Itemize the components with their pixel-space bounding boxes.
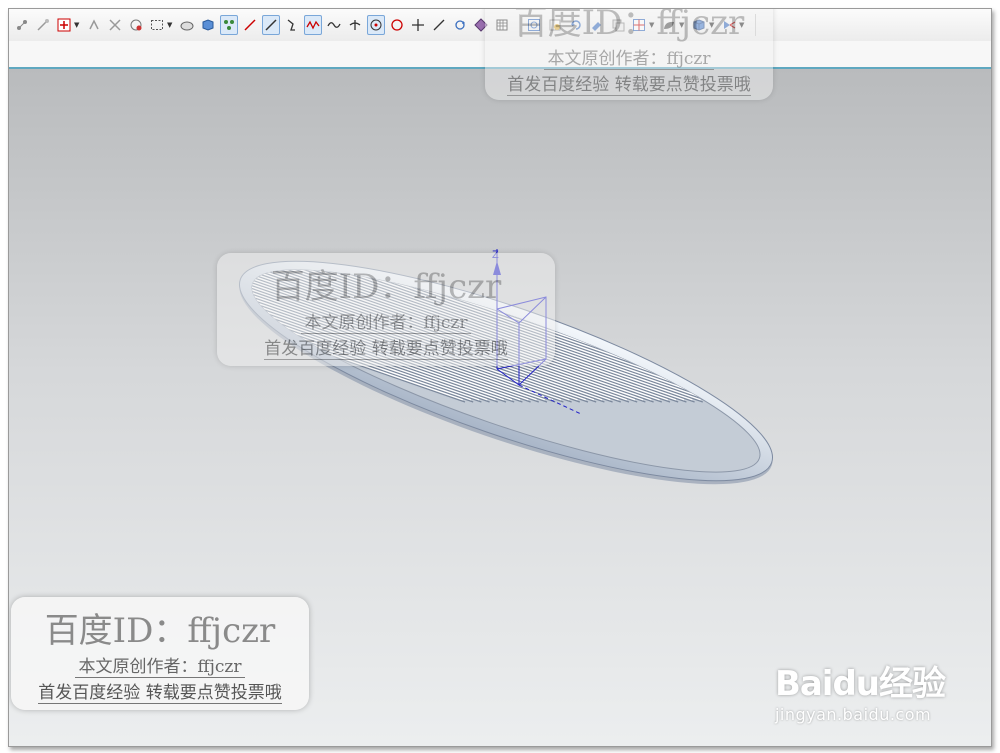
watermark-id-name: ffjczr bbox=[656, 8, 745, 43]
watermark-author: 本文原创作者：ffjczr bbox=[74, 652, 246, 678]
intersection-point-icon[interactable] bbox=[106, 15, 124, 35]
watermark-bottom-left: 百度ID：ffjczr 本文原创作者：ffjczr 首发百度经验 转载要点赞投票… bbox=[11, 597, 309, 710]
chevron-down-icon[interactable]: ▼ bbox=[74, 21, 81, 29]
circle-center-icon[interactable] bbox=[367, 15, 385, 35]
line-icon[interactable] bbox=[241, 15, 259, 35]
rotate-icon[interactable] bbox=[451, 15, 469, 35]
graphics-viewport[interactable]: Z 百度ID：ffjczr 本文原创作者：ffjczr 首发百度经验 转载要点赞… bbox=[9, 69, 991, 746]
watermark-author: 本文原创作者：ffjczr bbox=[300, 308, 472, 334]
curve-icon[interactable] bbox=[283, 15, 301, 35]
feature-point-icon[interactable] bbox=[220, 15, 238, 35]
baidu-jingyan-brand: Baidu经验 jingyan.baidu.com bbox=[774, 656, 946, 724]
watermark-id-prefix: 百度ID： bbox=[513, 8, 657, 43]
watermark-id-prefix: 百度ID： bbox=[270, 267, 414, 307]
wave-icon[interactable] bbox=[325, 15, 343, 35]
circle-icon[interactable] bbox=[388, 15, 406, 35]
perpendicular-icon[interactable] bbox=[346, 15, 364, 35]
shaded-box-icon[interactable] bbox=[199, 15, 217, 35]
watermark-note: 首发百度经验 转载要点赞投票哦 bbox=[264, 334, 508, 360]
cad-window: ▼ ▼ ▼ ▼ ▼ ▼ bbox=[8, 8, 992, 747]
brand-url: jingyan.baidu.com bbox=[774, 705, 932, 724]
watermark-id-name: ffjczr bbox=[187, 611, 276, 651]
watermark-center: 百度ID：ffjczr 本文原创作者：ffjczr 首发百度经验 转载要点赞投票… bbox=[217, 253, 555, 366]
solid-view-icon[interactable] bbox=[178, 15, 196, 35]
select-box-icon[interactable] bbox=[148, 15, 166, 35]
line-2-icon[interactable] bbox=[262, 15, 280, 35]
control-point-icon[interactable] bbox=[85, 15, 103, 35]
watermark-top: 百度ID：ffjczr 本文原创作者：ffjczr 首发百度经验 转载要点赞投票… bbox=[485, 8, 773, 100]
arc-center-icon[interactable] bbox=[127, 15, 145, 35]
plus-icon[interactable] bbox=[409, 15, 427, 35]
end-point-icon[interactable] bbox=[34, 15, 52, 35]
snap-point-icon[interactable] bbox=[13, 15, 31, 35]
brand-logo: Baidu经验 bbox=[774, 664, 946, 704]
tangent-icon[interactable] bbox=[430, 15, 448, 35]
mid-point-icon[interactable] bbox=[55, 15, 73, 35]
watermark-id-prefix: 百度ID： bbox=[44, 611, 188, 651]
chevron-down-icon[interactable]: ▼ bbox=[167, 21, 174, 29]
watermark-author: 本文原创作者：ffjczr bbox=[543, 44, 715, 70]
watermark-id-name: ffjczr bbox=[413, 267, 502, 307]
watermark-note: 首发百度经验 转载要点赞投票哦 bbox=[507, 70, 751, 96]
spline-icon[interactable] bbox=[304, 15, 322, 35]
watermark-note: 首发百度经验 转载要点赞投票哦 bbox=[38, 678, 282, 704]
